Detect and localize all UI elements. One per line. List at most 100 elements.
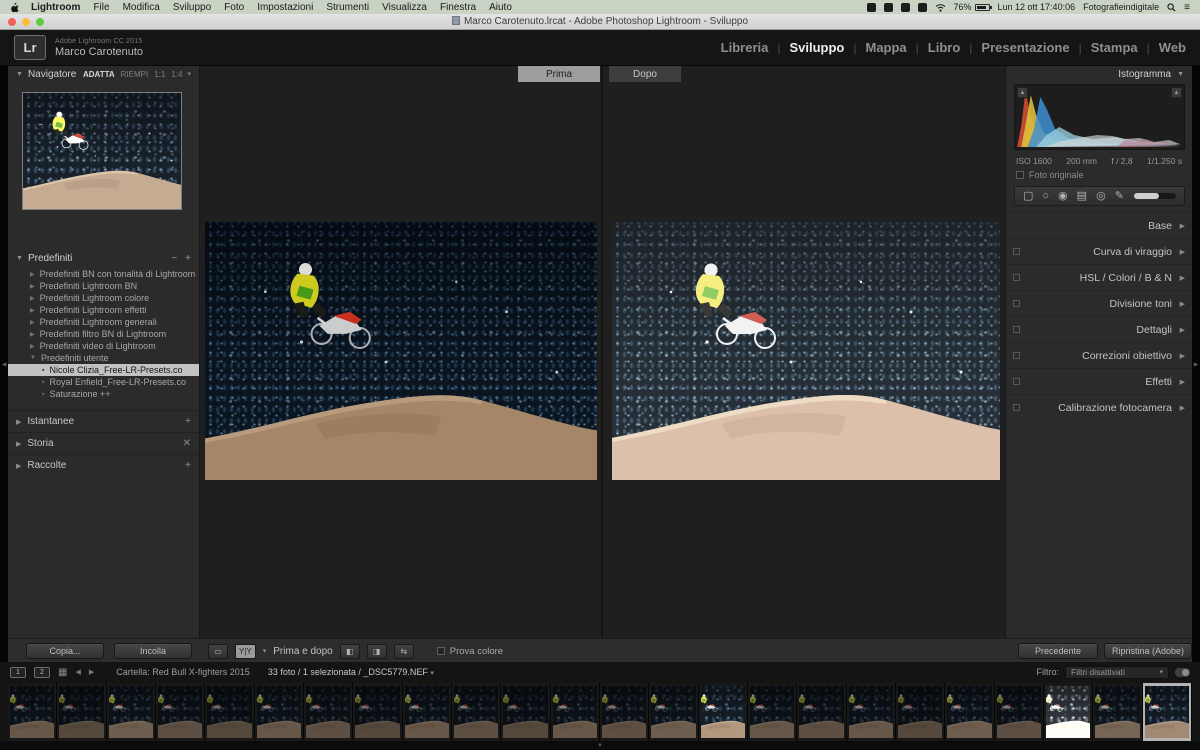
filmstrip-thumbnail-22[interactable] (1044, 683, 1093, 741)
adjustment-brush-icon[interactable]: ✎ (1115, 191, 1124, 202)
panel-calibrazione-fotocamera[interactable]: Calibrazione fotocamera▶ (1006, 394, 1192, 420)
after-label-tab[interactable]: Dopo (609, 66, 681, 82)
collapse-presets-icon[interactable]: − (171, 253, 177, 264)
highlight-clipping-icon[interactable]: ▲ (1171, 87, 1182, 98)
panel-base[interactable]: Base▶ (1006, 212, 1192, 238)
clear-icon[interactable]: ✕ (183, 438, 191, 449)
soft-proofing-toggle[interactable]: Prova colore (437, 646, 503, 657)
preset-item-saturazione[interactable]: ▪Saturazione ++ (8, 388, 199, 400)
notification-center-icon[interactable]: ≡ (1184, 2, 1190, 13)
graduated-filter-icon[interactable]: ▤ (1077, 191, 1087, 202)
spot-removal-icon[interactable]: ○ (1042, 191, 1049, 202)
filter-dropdown[interactable]: Filtri disattivati▾ (1065, 666, 1169, 679)
menubar-item-finestra[interactable]: Finestra (440, 2, 476, 13)
filter-switch[interactable] (1175, 668, 1190, 677)
menubar-item-aiuto[interactable]: Aiuto (489, 2, 512, 13)
panel-storia[interactable]: ▶Storia✕ (8, 432, 199, 454)
panel-divisione-toni[interactable]: Divisione toni▶ (1006, 290, 1192, 316)
menubar-item-strumenti[interactable]: Strumenti (326, 2, 369, 13)
module-tab-libreria[interactable]: Libreria (721, 40, 769, 55)
filmstrip-thumbnail-8[interactable] (353, 683, 402, 741)
menu-extra-icon-4[interactable] (918, 3, 927, 12)
menubar-item-file[interactable]: File (93, 2, 109, 13)
apple-menu-icon[interactable] (10, 2, 19, 13)
menubar-item-foto[interactable]: Foto (224, 2, 244, 13)
menubar-clock[interactable]: Lun 12 ott 17:40:06 (998, 2, 1076, 12)
filmstrip-selection-label[interactable]: 33 foto / 1 selezionata / _DSC5779.NEF ▾ (268, 667, 434, 677)
preset-folder-predefiniti-bn-con-tonalit-di-lightroom[interactable]: ▶Predefiniti BN con tonalità di Lightroo… (8, 268, 199, 280)
histogram-panel-header[interactable]: Istogramma ▼ (1006, 66, 1192, 82)
filmstrip-thumbnail-6[interactable] (255, 683, 304, 741)
filmstrip-thumbnail-16[interactable] (748, 683, 797, 741)
checkbox-icon[interactable] (1016, 171, 1024, 179)
shadow-clipping-icon[interactable]: ▲ (1017, 87, 1028, 98)
preset-folder-predefiniti-video-di-lightroom[interactable]: ▶Predefiniti video di Lightroom (8, 340, 199, 352)
panel-switch-icon[interactable] (1013, 378, 1020, 385)
red-eye-icon[interactable]: ◉ (1058, 191, 1068, 202)
preset-folder-predefiniti-lightroom-bn[interactable]: ▶Predefiniti Lightroom BN (8, 280, 199, 292)
filmstrip-thumbnail-5[interactable] (205, 683, 254, 741)
panel-switch-icon[interactable] (1013, 352, 1020, 359)
panel-switch-icon[interactable] (1013, 404, 1020, 411)
filmstrip-thumbnail-1[interactable] (8, 683, 57, 741)
module-tab-web[interactable]: Web (1159, 40, 1186, 55)
panel-effetti[interactable]: Effetti▶ (1006, 368, 1192, 394)
filmstrip-thumbnail-13[interactable] (600, 683, 649, 741)
histogram[interactable]: ▲ ▲ (1014, 84, 1185, 150)
module-tab-mappa[interactable]: Mappa (865, 40, 906, 55)
filmstrip-thumbnail-23[interactable] (1093, 683, 1142, 741)
filmstrip-thumbnail-21[interactable] (995, 683, 1044, 741)
add-icon[interactable]: + (185, 460, 191, 471)
filmstrip-thumbnail-19[interactable] (896, 683, 945, 741)
navigator-zoom-1-4[interactable]: 1:4 (171, 70, 182, 79)
preset-folder-predefiniti-filtro-bn-di-lightroom[interactable]: ▶Predefiniti filtro BN di Lightroom (8, 328, 199, 340)
navigator-zoom-riempi[interactable]: RIEMPI (121, 70, 149, 79)
left-panel-collapse-arrow[interactable]: ◀ (0, 66, 8, 662)
module-tab-sviluppo[interactable]: Sviluppo (789, 40, 844, 55)
filmstrip-thumbnail-7[interactable] (304, 683, 353, 741)
menubar-account[interactable]: Fotografieindigitale (1083, 2, 1159, 12)
grid-view-icon[interactable]: ▦ (58, 667, 67, 678)
module-tab-presentazione[interactable]: Presentazione (981, 40, 1069, 55)
filmstrip-thumbnail-20[interactable] (945, 683, 994, 741)
add-preset-icon[interactable]: + (185, 253, 191, 264)
menubar-item-visualizza[interactable]: Visualizza (382, 2, 427, 13)
radial-filter-icon[interactable]: ◎ (1096, 191, 1106, 202)
filmstrip-thumbnail-15[interactable] (699, 683, 748, 741)
panel-raccolte[interactable]: ▶Raccolte+ (8, 454, 199, 476)
primary-monitor-icon[interactable]: 1 (10, 667, 26, 678)
navigator-preview[interactable] (22, 92, 182, 210)
navigator-zoom-adatta[interactable]: ADATTA (83, 70, 115, 79)
filmstrip-source-label[interactable]: Cartella: Red Bull X-fighters 2015 (116, 667, 250, 677)
panel-hsl-colori-b-n[interactable]: HSL / Colori / B & N▶ (1006, 264, 1192, 290)
panel-switch-icon[interactable] (1013, 274, 1020, 281)
menubar-item-sviluppo[interactable]: Sviluppo (173, 2, 211, 13)
filmstrip-thumbnail-14[interactable] (649, 683, 698, 741)
filmstrip-thumbnail-17[interactable] (797, 683, 846, 741)
filmstrip-thumbnail-12[interactable] (551, 683, 600, 741)
battery-indicator[interactable]: 76% (954, 2, 990, 12)
filmstrip-thumbnail-4[interactable] (156, 683, 205, 741)
previous-button[interactable]: Precedente (1018, 643, 1098, 659)
copy-before-to-after-icon[interactable]: ◧ (340, 644, 360, 659)
panel-dettagli[interactable]: Dettagli▶ (1006, 316, 1192, 342)
before-photo[interactable] (205, 222, 597, 480)
swap-before-after-icon[interactable]: ⇆ (394, 644, 414, 659)
before-after-view-icon[interactable]: Y|Y (235, 644, 256, 659)
copy-after-to-before-icon[interactable]: ◨ (367, 644, 387, 659)
panel-istantanee[interactable]: ▶Istantanee+ (8, 410, 199, 432)
paste-settings-button[interactable]: Incolla (114, 643, 192, 659)
chevron-down-icon[interactable]: ▾ (187, 70, 191, 78)
menubar-item-lightroom[interactable]: Lightroom (31, 2, 80, 13)
add-icon[interactable]: + (185, 416, 191, 427)
module-tab-libro[interactable]: Libro (928, 40, 961, 55)
menubar-item-modifica[interactable]: Modifica (123, 2, 160, 13)
loupe-view-icon[interactable]: ▭ (208, 644, 228, 659)
preset-item-nicole-clizia-free-lr-presets-co[interactable]: ▪Nicole Clizia_Free-LR-Presets.co (8, 364, 199, 376)
after-photo[interactable] (612, 222, 1000, 480)
navigator-panel-header[interactable]: ▼ Navigatore ADATTARIEMPI1:11:4 ▾ (8, 66, 199, 82)
filmstrip-thumbnail-11[interactable] (501, 683, 550, 741)
panel-switch-icon[interactable] (1013, 326, 1020, 333)
module-tab-stampa[interactable]: Stampa (1091, 40, 1138, 55)
menu-extra-icon-1[interactable] (867, 3, 876, 12)
